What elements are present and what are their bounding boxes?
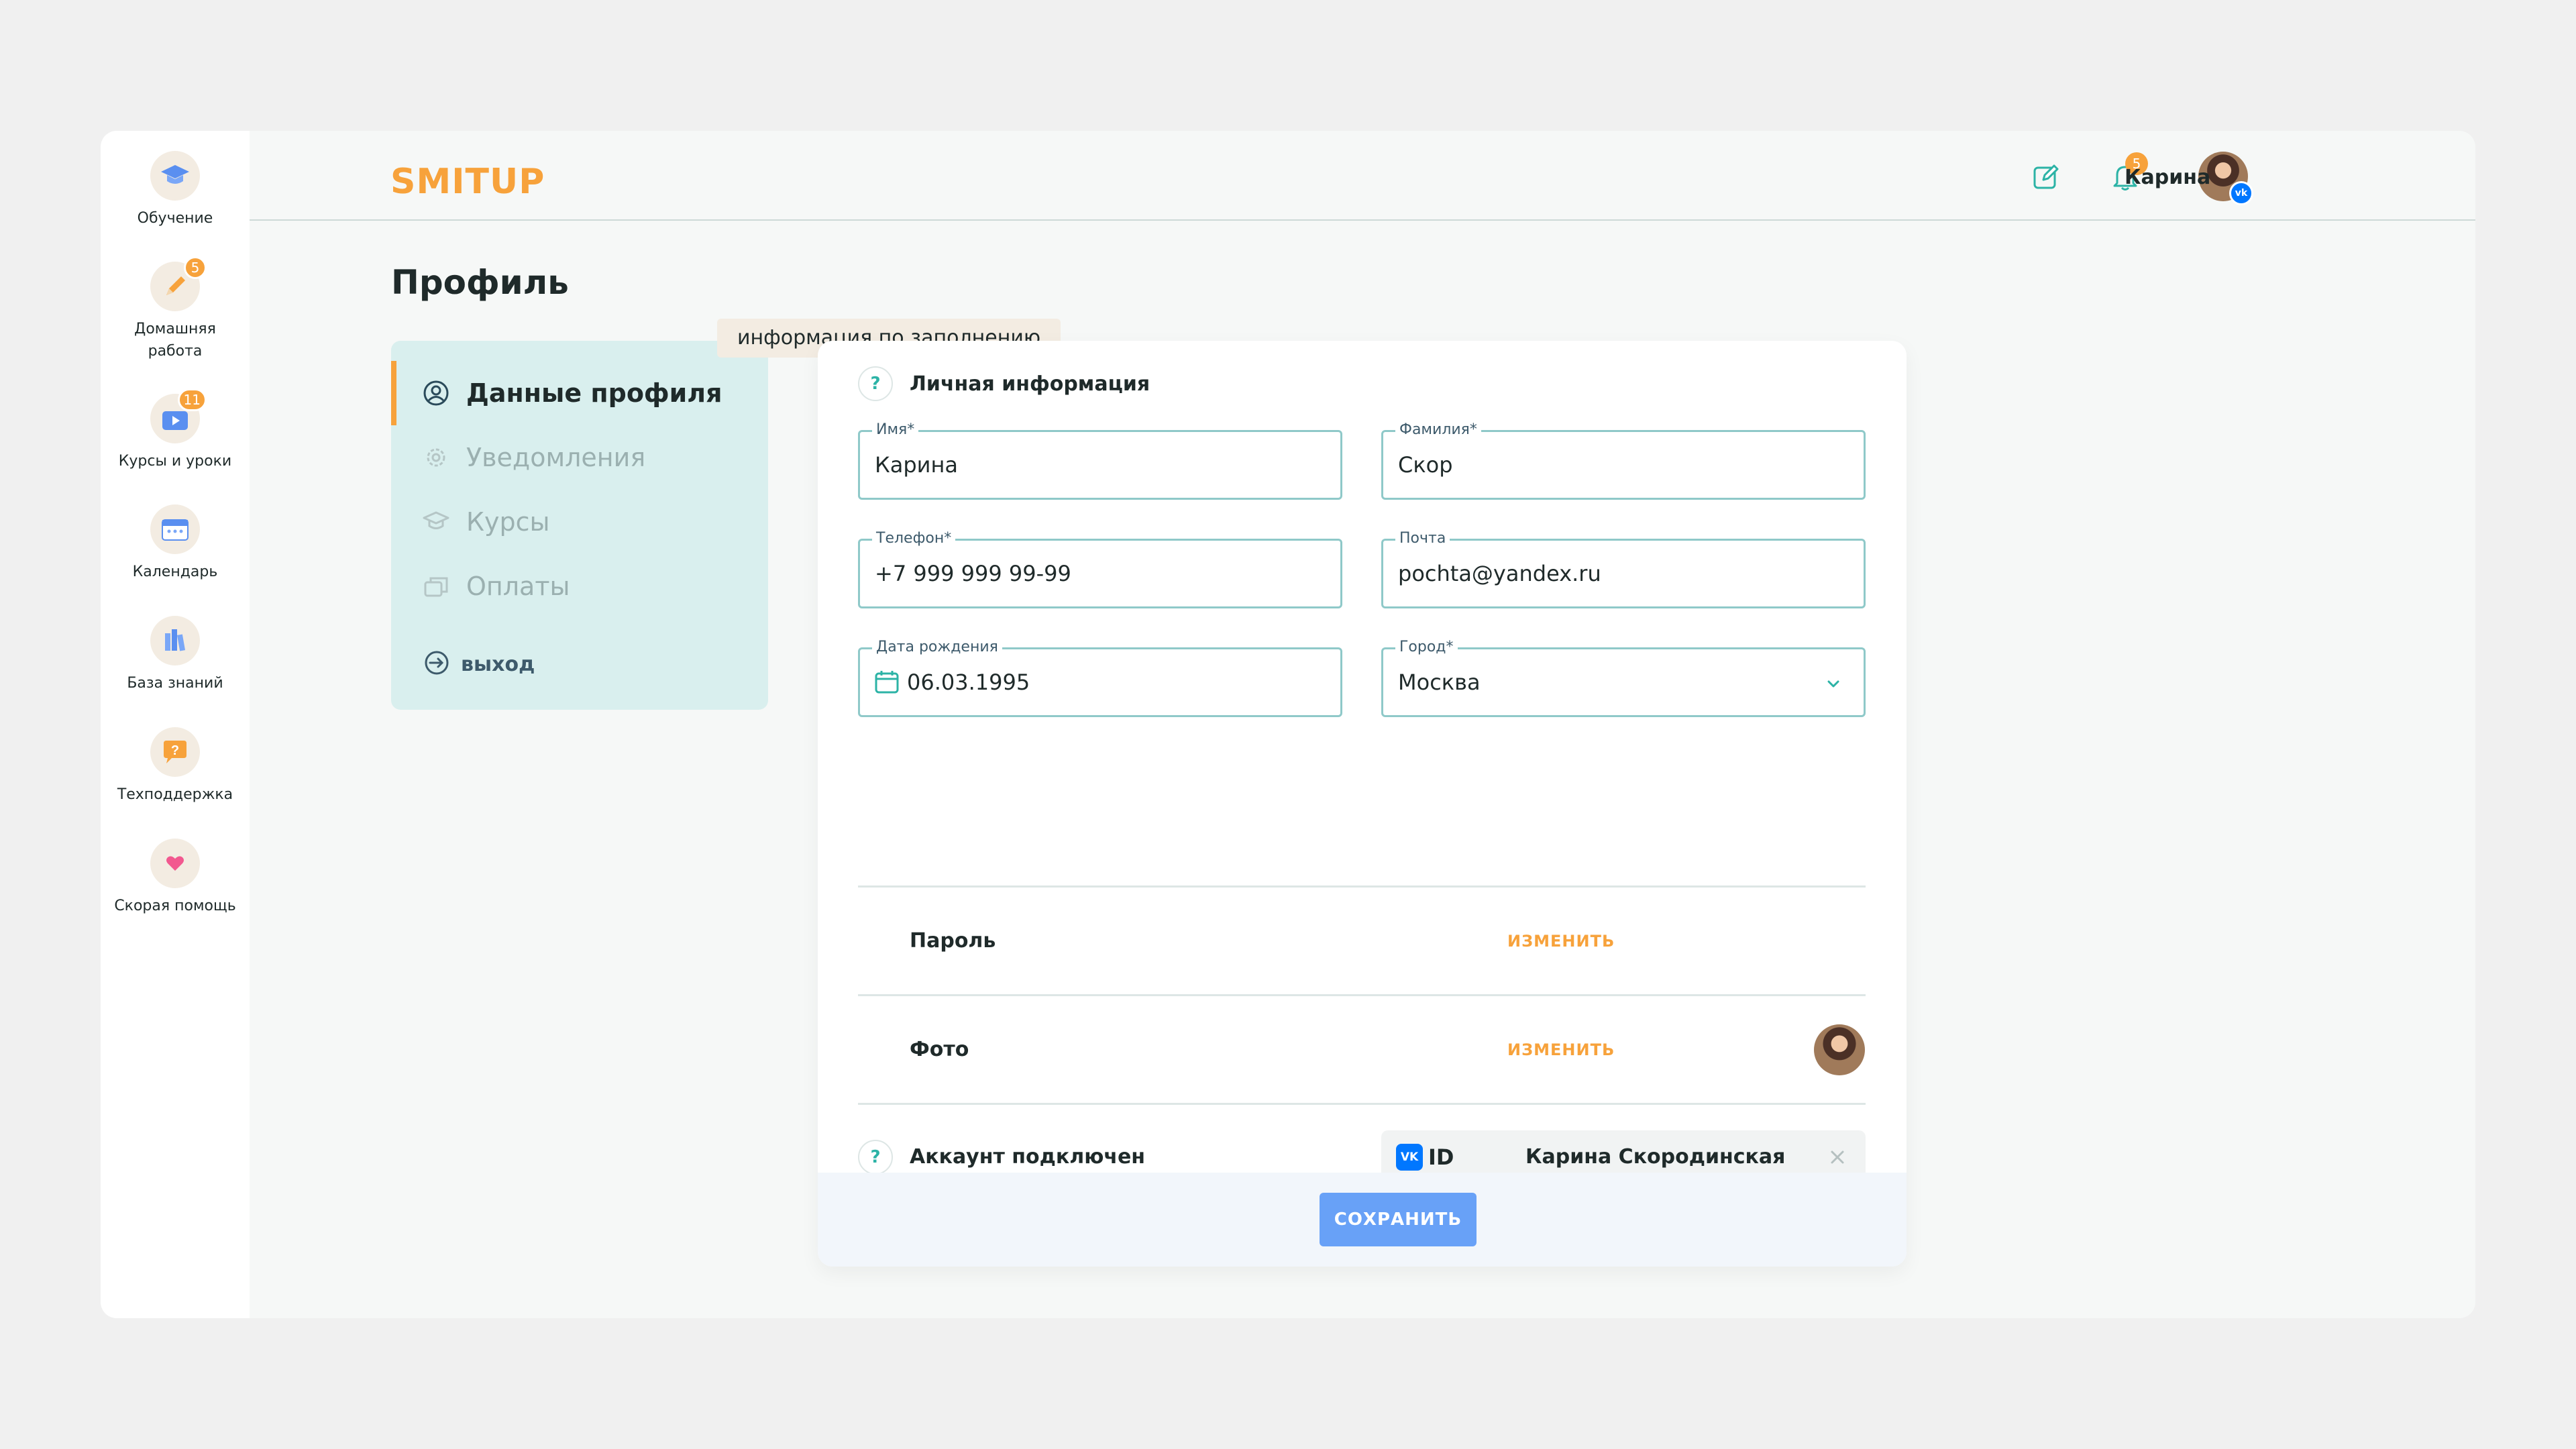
user-circle-icon [422, 379, 450, 407]
email-field[interactable]: Почта [1381, 530, 1866, 608]
first-name-input[interactable] [875, 432, 1300, 498]
menu-item-notifications[interactable]: Уведомления [391, 425, 768, 490]
section-title: Личная информация [910, 372, 1150, 396]
smitup-logo[interactable]: SMITUP [390, 146, 544, 206]
form-footer: СОХРАНИТЬ [818, 1173, 1907, 1267]
sidebar-item-label: Техподдержка [117, 786, 233, 803]
divider [858, 994, 1866, 996]
sidebar-item-support[interactable]: ? Техподдержка [101, 727, 250, 806]
heart-icon [150, 839, 200, 888]
profile-photo-thumbnail [1814, 1024, 1865, 1075]
edit-icon[interactable] [2027, 158, 2065, 195]
sidebar-item-homework[interactable]: 5 Домашняя работа [101, 256, 250, 362]
app-window: Обучение 5 Домашняя работа 11 Курсы и ур… [101, 131, 2475, 1318]
sidebar-item-learning[interactable]: Обучение [101, 151, 250, 229]
sidebar-item-calendar[interactable]: Календарь [101, 504, 250, 583]
courses-badge: 11 [177, 388, 207, 411]
menu-item-label: Данные профиля [466, 378, 722, 408]
sidebar-item-courses[interactable]: 11 Курсы и уроки [101, 388, 250, 472]
menu-item-payments[interactable]: Оплаты [391, 554, 768, 619]
books-icon [150, 616, 200, 665]
sidebar-item-knowledge-base[interactable]: База знаний [101, 616, 250, 694]
last-name-input[interactable] [1398, 432, 1823, 498]
sidebar-item-label: Домашняя работа [134, 321, 216, 360]
sidebar-item-label: Курсы и уроки [118, 453, 232, 470]
sidebar-item-emergency[interactable]: Скорая помощь [101, 839, 250, 917]
left-sidebar: Обучение 5 Домашняя работа 11 Курсы и ур… [101, 131, 250, 1318]
support-chat-icon: ? [150, 727, 200, 777]
last-name-field[interactable]: Фамилия* [1381, 421, 1866, 500]
city-value: Москва [1398, 669, 1481, 695]
change-photo-link[interactable]: ИЗМЕНИТЬ [1507, 1036, 1615, 1063]
logout-icon [423, 649, 450, 679]
profile-form-card: ? Личная информация Имя* Фамилия* Телефо… [818, 341, 1907, 1267]
user-name[interactable]: Карина [2125, 166, 2210, 190]
sidebar-item-label: Обучение [137, 210, 213, 227]
photo-label: Фото [910, 1038, 969, 1061]
calendar-icon [150, 504, 200, 554]
close-icon[interactable] [1827, 1146, 1848, 1168]
homework-badge: 5 [184, 256, 207, 279]
sidebar-item-label: База знаний [127, 675, 223, 692]
save-button[interactable]: СОХРАНИТЬ [1320, 1193, 1477, 1246]
chevron-down-icon[interactable] [1823, 674, 1843, 694]
logout-label: выход [461, 652, 535, 676]
vk-id-label: ID [1428, 1144, 1454, 1170]
logout-button[interactable]: выход [423, 649, 535, 679]
email-input[interactable] [1398, 541, 1823, 606]
profile-menu: Данные профиля Уведомления Курсы Оплаты … [391, 341, 768, 710]
city-select[interactable]: Город* Москва [1381, 639, 1866, 717]
menu-item-label: Уведомления [466, 443, 646, 472]
help-icon[interactable]: ? [858, 366, 893, 401]
pencil-icon: 5 [150, 256, 207, 311]
menu-item-courses[interactable]: Курсы [391, 490, 768, 554]
page-title: Профиль [391, 263, 569, 302]
account-connected-label: Аккаунт подключен [910, 1145, 1146, 1169]
phone-field[interactable]: Телефон* [858, 530, 1342, 608]
sidebar-item-label: Календарь [132, 564, 218, 580]
change-password-link[interactable]: ИЗМЕНИТЬ [1507, 928, 1615, 955]
menu-item-profile-data[interactable]: Данные профиля [391, 361, 768, 425]
payments-icon [422, 572, 450, 600]
svg-text:?: ? [171, 743, 179, 758]
calendar-icon[interactable] [873, 669, 900, 696]
help-icon[interactable]: ? [858, 1140, 893, 1175]
top-bar: SMITUP 5 vk Карина [250, 131, 2475, 221]
menu-item-label: Оплаты [466, 572, 570, 601]
menu-item-label: Курсы [466, 507, 550, 537]
graduation-cap-icon [150, 151, 200, 201]
birthdate-input[interactable] [907, 649, 1300, 715]
password-label: Пароль [910, 929, 996, 953]
vk-logo-icon: VK [1396, 1144, 1423, 1171]
sidebar-item-label: Скорая помощь [114, 898, 236, 914]
divider [858, 1103, 1866, 1105]
video-lessons-icon: 11 [150, 388, 207, 443]
phone-input[interactable] [875, 541, 1300, 606]
vk-badge-icon: vk [2229, 181, 2253, 205]
divider [858, 885, 1866, 888]
logo-text: SMITUP [390, 162, 545, 202]
graduation-cap-outline-icon [422, 508, 450, 536]
birthdate-field[interactable]: Дата рождения [858, 639, 1342, 717]
first-name-field[interactable]: Имя* [858, 421, 1342, 500]
vk-account-name: Карина Скородинская [1525, 1145, 1786, 1169]
gear-icon [422, 443, 450, 472]
